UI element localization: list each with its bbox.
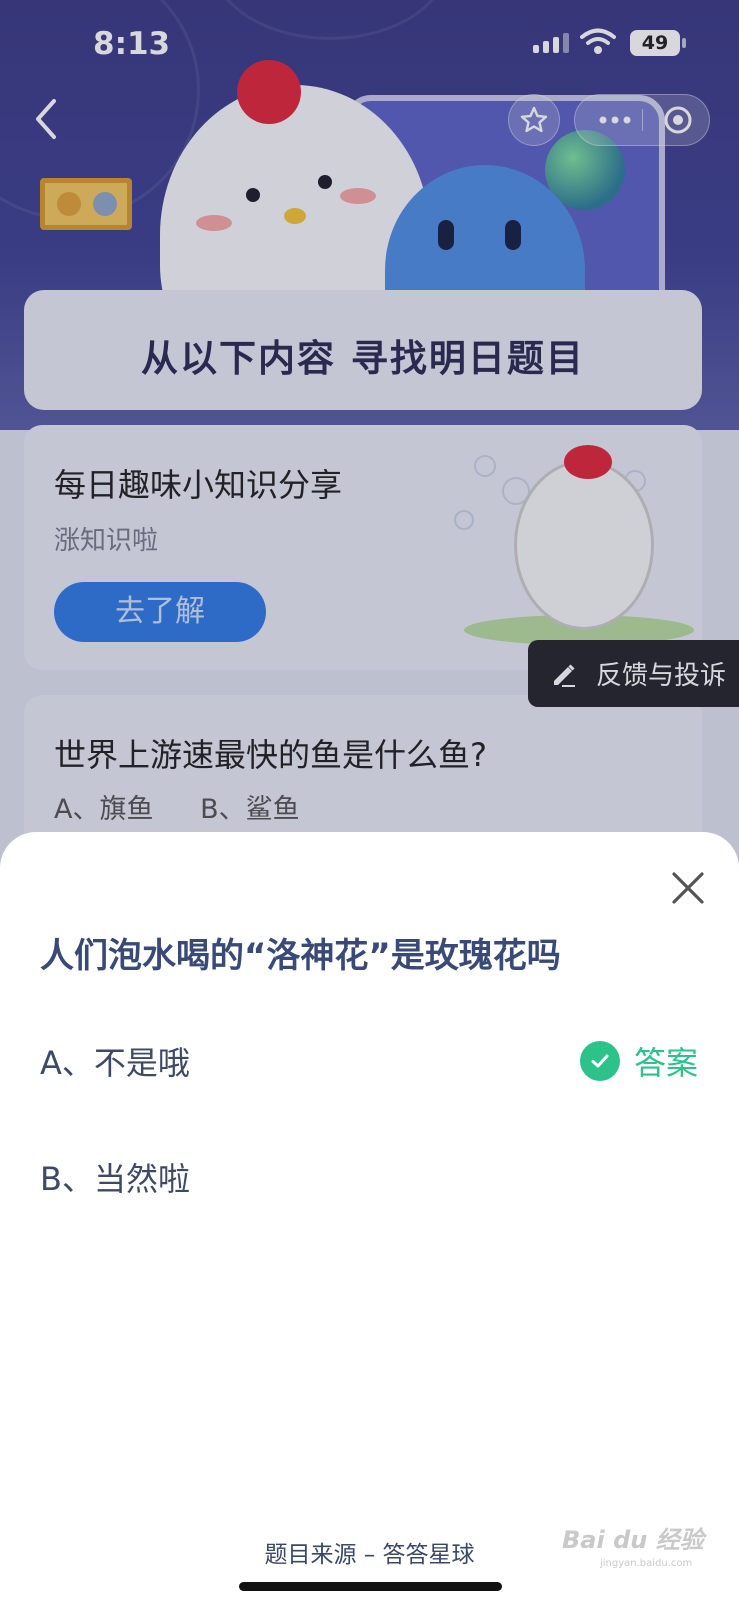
baidu-watermark-url: jingyan.baidu.com (600, 1558, 693, 1569)
answer-bottom-sheet: 人们泡水喝的“洛神花”是玫瑰花吗 A、不是哦 答案 B、当然啦 题目来源 – 答… (0, 832, 739, 1600)
correct-answer-tag: 答案 (580, 1038, 698, 1084)
checkmark-icon (580, 1041, 620, 1081)
option-b[interactable]: B、当然啦 (0, 1136, 739, 1216)
sheet-question: 人们泡水喝的“洛神花”是玫瑰花吗 (40, 936, 561, 976)
option-a-label: A、不是哦 (40, 1044, 190, 1082)
close-icon[interactable] (666, 866, 710, 910)
option-b-label: B、当然啦 (40, 1160, 190, 1198)
home-indicator[interactable] (239, 1582, 502, 1591)
answer-label: 答案 (634, 1044, 699, 1082)
option-a[interactable]: A、不是哦 答案 (0, 1020, 739, 1100)
baidu-watermark-logo: Bai du 经验 (562, 1526, 704, 1554)
